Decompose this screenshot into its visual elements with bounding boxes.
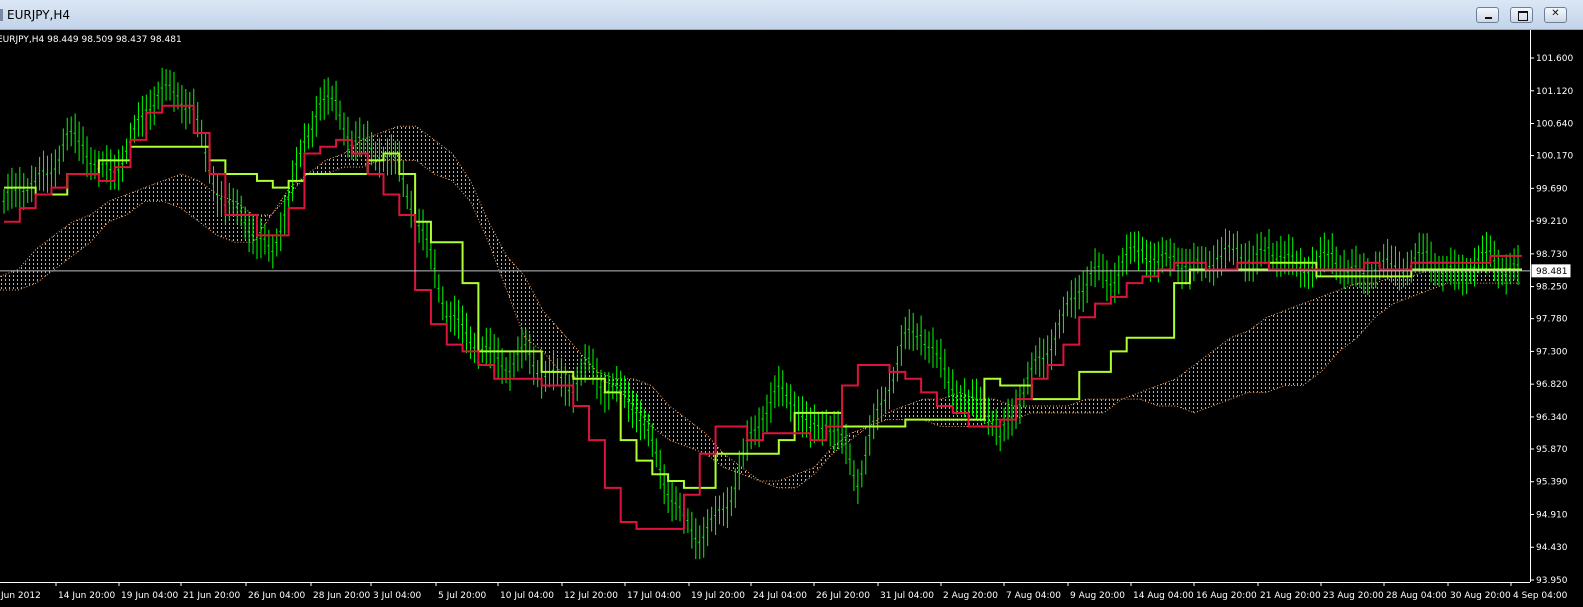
y-tick-label: 97.780: [1536, 315, 1568, 325]
chart-canvas[interactable]: 101.600 101.120 100.640 100.170 99.690 99.210…: [0, 30, 1583, 607]
current-price-label: 98.481: [1536, 267, 1568, 277]
x-tick-label: 21 Aug 20:00: [1260, 591, 1321, 601]
maximize-icon: [1518, 11, 1528, 21]
y-tick-label: 96.340: [1536, 413, 1568, 423]
y-tick-label: 101.600: [1536, 54, 1573, 64]
x-tick-label: 19 Jul 20:00: [691, 591, 745, 601]
x-axis-ticks: Jun 2012 14 Jun 20:00 19 Jun 04:00 21 Jun 2…: [0, 582, 1568, 601]
senkou-span-a: [0, 125, 1520, 482]
y-tick-label: 99.210: [1536, 217, 1568, 227]
x-tick-label: 7 Aug 04:00: [1006, 591, 1061, 601]
chart-window-icon: [0, 9, 3, 21]
y-tick-label: 98.730: [1536, 250, 1568, 260]
price-label-box: 98.481: [1531, 264, 1571, 278]
close-button[interactable]: ✕: [1544, 7, 1567, 23]
x-tick-label: 17 Jul 04:00: [627, 591, 681, 601]
y-tick-label: 93.950: [1536, 576, 1568, 586]
x-tick-label: 23 Aug 20:00: [1323, 591, 1384, 601]
x-tick-label: 26 Jul 20:00: [816, 591, 870, 601]
y-tick-label: 97.300: [1536, 347, 1568, 357]
y-tick-label: 98.250: [1536, 283, 1568, 293]
y-tick-label: 100.170: [1536, 152, 1573, 162]
x-tick-label: 31 Jul 04:00: [880, 591, 934, 601]
y-tick-label: 94.910: [1536, 510, 1568, 520]
x-tick-label: 12 Jul 20:00: [564, 591, 618, 601]
window-titlebar: EURJPY,H4 ✕: [0, 0, 1583, 30]
x-tick-label: 14 Aug 04:00: [1133, 591, 1194, 601]
y-tick-label: 100.640: [1536, 120, 1573, 130]
x-tick-label: 24 Jul 04:00: [753, 591, 807, 601]
x-tick-label: 2 Aug 20:00: [943, 591, 998, 601]
x-tick-label: 14 Jun 20:00: [58, 591, 115, 601]
minimize-icon: [1485, 17, 1492, 19]
x-tick-label: 5 Jul 20:00: [438, 591, 487, 601]
x-tick-label: 30 Aug 20:00: [1450, 591, 1511, 601]
x-tick-label: 10 Jul 04:00: [500, 591, 554, 601]
symbol-info: EURJPY,H4 98.449 98.509 98.437 98.481: [0, 35, 182, 45]
cloud-area: [0, 126, 1520, 488]
window-title: EURJPY,H4: [7, 8, 71, 22]
y-tick-label: 101.120: [1536, 87, 1573, 97]
x-tick-label: 19 Jun 04:00: [121, 591, 178, 601]
y-tick-label: 96.820: [1536, 380, 1568, 390]
close-icon: ✕: [1551, 8, 1560, 19]
x-tick-label: 4 Sep 04:00: [1513, 591, 1568, 601]
x-tick-label: Jun 2012: [0, 591, 41, 601]
x-tick-label: 9 Aug 20:00: [1070, 591, 1125, 601]
x-tick-label: 21 Jun 20:00: [183, 591, 240, 601]
y-tick-label: 94.430: [1536, 543, 1568, 553]
x-tick-label: 3 Jul 04:00: [373, 591, 422, 601]
y-tick-label: 99.690: [1536, 184, 1568, 194]
x-tick-label: 26 Jun 04:00: [248, 591, 305, 601]
y-axis-ticks: 101.600 101.120 100.640 100.170 99.690 99.210…: [1530, 54, 1573, 586]
ichimoku-cloud: [0, 125, 1520, 489]
x-tick-label: 16 Aug 20:00: [1196, 591, 1257, 601]
x-tick-label: 28 Jun 20:00: [313, 591, 370, 601]
y-tick-label: 95.870: [1536, 445, 1568, 455]
y-tick-label: 95.390: [1536, 478, 1568, 488]
minimize-button[interactable]: [1476, 7, 1499, 23]
maximize-button[interactable]: [1510, 7, 1533, 23]
x-tick-label: 28 Aug 04:00: [1386, 591, 1447, 601]
